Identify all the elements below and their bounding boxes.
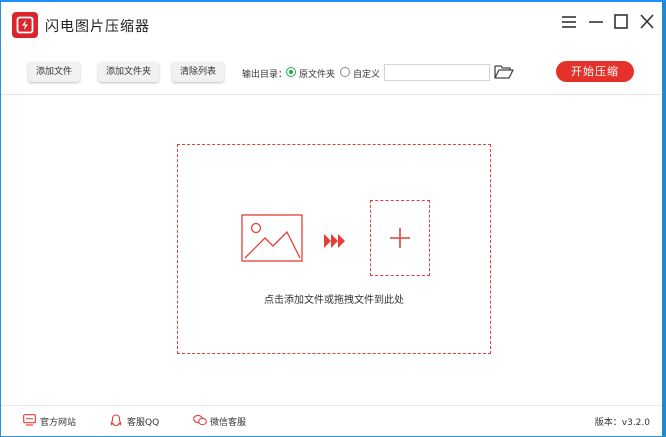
- drop-hint-text: 点击添加文件或拖拽文件到此处: [264, 295, 404, 306]
- add-file-box[interactable]: [370, 200, 430, 276]
- close-icon[interactable]: [637, 12, 657, 32]
- app-title: 闪电图片压缩器: [45, 19, 150, 35]
- qq-icon: [110, 414, 122, 427]
- title-bar: 闪电图片压缩器: [1, 2, 663, 44]
- clear-list-button[interactable]: 清除列表: [172, 62, 225, 82]
- official-website-label[interactable]: 官方网站: [40, 415, 76, 428]
- triple-arrow-icon: [324, 233, 346, 252]
- hamburger-menu-icon[interactable]: [559, 12, 579, 32]
- footer: 官方网站 客服QQ 微信客服 版本：v3.2.0: [1, 405, 663, 437]
- radio-custom-label[interactable]: 自定义: [353, 67, 380, 80]
- app-window: 闪电图片压缩器 添加文件 添加文件夹 清除列表 输出目录： 原文件夹 自定义 开…: [0, 0, 666, 437]
- toolbar: 添加文件 添加文件夹 清除列表 输出目录： 原文件夹 自定义 开始压缩: [1, 52, 663, 92]
- app-logo-icon: [12, 12, 38, 38]
- toolbar-divider: [1, 94, 663, 95]
- version-label: 版本：v3.2.0: [594, 418, 650, 428]
- output-dir-label: 输出目录：: [242, 70, 288, 80]
- monitor-icon: [23, 414, 36, 426]
- open-folder-icon[interactable]: [494, 64, 514, 84]
- add-folder-button[interactable]: 添加文件夹: [98, 62, 160, 82]
- qq-support-label[interactable]: 客服QQ: [127, 415, 159, 428]
- add-file-button[interactable]: 添加文件: [28, 62, 81, 82]
- minimize-icon[interactable]: [586, 12, 606, 32]
- image-icon: [241, 214, 303, 266]
- drop-zone[interactable]: 点击添加文件或拖拽文件到此处: [177, 144, 491, 354]
- maximize-icon[interactable]: [611, 12, 631, 32]
- plus-icon: [390, 228, 410, 248]
- wechat-support-label[interactable]: 微信客服: [210, 415, 246, 428]
- wechat-icon: [193, 414, 207, 426]
- radio-original-folder[interactable]: [286, 67, 296, 77]
- radio-custom[interactable]: [340, 67, 350, 77]
- output-path-input[interactable]: [384, 64, 490, 81]
- start-compress-button[interactable]: 开始压缩: [556, 61, 634, 82]
- radio-original-folder-label[interactable]: 原文件夹: [299, 67, 335, 80]
